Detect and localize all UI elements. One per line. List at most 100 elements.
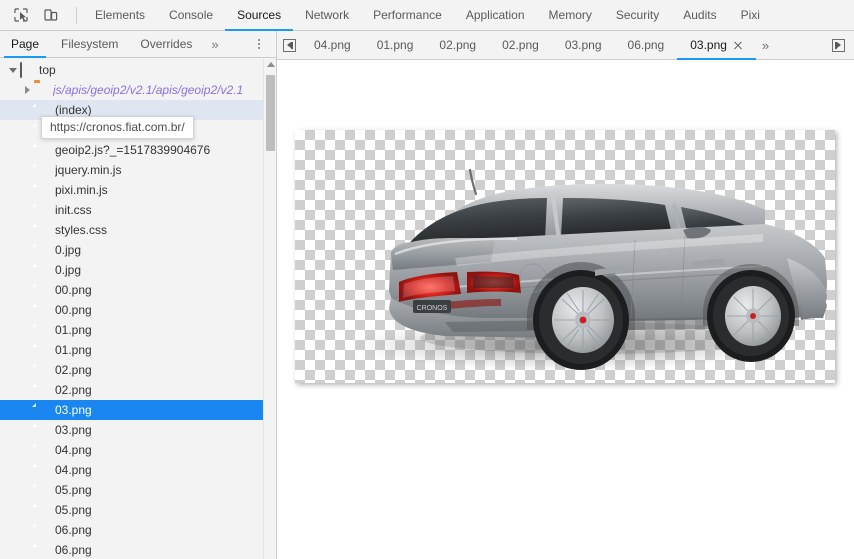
editor-tab-label: 04.png (314, 38, 351, 52)
panel-tab-label: Sources (237, 8, 282, 22)
editor-tab-04png[interactable]: 04.png (301, 31, 364, 59)
editor-tab-01png[interactable]: 01.png (364, 31, 427, 59)
tree-item-label: 06.png (55, 523, 92, 537)
image-file-icon (36, 343, 50, 358)
editor-tab-02png-2[interactable]: 02.png (489, 31, 552, 59)
navigator-more-tabs-icon[interactable]: » (203, 31, 226, 58)
panel-tab-label: Network (305, 8, 350, 22)
navigator-tab-filesystem[interactable]: Filesystem (50, 31, 129, 58)
editor-tab-03png[interactable]: 03.png (552, 31, 615, 59)
panel-tab-elements[interactable]: Elements (83, 0, 157, 30)
tree-item-top[interactable]: top (0, 60, 276, 80)
tree-item-styles-css[interactable]: styles.css (0, 220, 276, 240)
image-file-icon (36, 243, 50, 258)
inspect-cursor-icon[interactable] (8, 3, 34, 27)
panel-tab-label: Console (169, 8, 214, 22)
tree-item-image[interactable]: 01.png (0, 320, 276, 340)
tree-item-image[interactable]: 00.png (0, 300, 276, 320)
tree-item-label: 04.png (55, 443, 92, 457)
close-icon[interactable] (733, 40, 743, 50)
editor-tab-label: 03.png (690, 38, 727, 52)
car-image: CRONOS (295, 130, 835, 383)
tree-item-geoip-folder[interactable]: js/apis/geoip2/v2.1/apis/geoip2/v2.1 (0, 80, 276, 100)
panel-tab-pixi[interactable]: Pixi (729, 0, 772, 30)
tree-item-image[interactable]: 03.png (0, 420, 276, 440)
toolbar-divider (76, 6, 77, 24)
navigator-tab-label: Filesystem (61, 37, 119, 51)
tree-item-geoip2-js[interactable]: geoip2.js?_=1517839904676 (0, 140, 276, 160)
tree-item-image[interactable]: 05.png (0, 480, 276, 500)
tree-item-image[interactable]: 02.png (0, 380, 276, 400)
scroll-up-icon[interactable] (267, 62, 275, 67)
file-url-tooltip: https://cronos.fiat.com.br/ (41, 116, 194, 139)
tree-item-label: 02.png (55, 383, 92, 397)
frame-icon (20, 61, 34, 78)
tree-item-label: 03.png (55, 423, 92, 437)
chevron-down-icon[interactable] (8, 65, 18, 75)
navigator-scrollbar[interactable] (263, 58, 276, 559)
chevron-right-icon[interactable] (22, 85, 32, 95)
image-viewer: CRONOS (277, 60, 854, 559)
tree-item-label: jquery.min.js (55, 163, 122, 177)
tree-item-image[interactable]: 01.png (0, 340, 276, 360)
editor-tab-03png-active[interactable]: 03.png (677, 31, 756, 60)
tree-item-image[interactable]: 06.png (0, 540, 276, 559)
image-file-icon (36, 283, 50, 298)
panel-tab-audits[interactable]: Audits (671, 0, 728, 30)
panel-tab-label: Memory (548, 8, 592, 22)
panel-tab-application[interactable]: Application (454, 0, 537, 30)
panel-tab-sources[interactable]: Sources (225, 0, 294, 31)
tree-item-jquery-min-js[interactable]: jquery.min.js (0, 160, 276, 180)
kebab-menu-icon[interactable] (248, 31, 270, 58)
stylesheet-file-icon (36, 223, 50, 238)
tree-item-init-css[interactable]: init.css (0, 200, 276, 220)
editor-tab-label: 02.png (502, 38, 539, 52)
scrollbar-thumb[interactable] (266, 75, 275, 151)
folder-icon (34, 83, 48, 98)
tree-item-image[interactable]: 00.png (0, 280, 276, 300)
navigator-tab-list: Page Filesystem Overrides » (0, 31, 276, 58)
tree-item-image[interactable]: 0.jpg (0, 240, 276, 260)
editor-tab-label: 03.png (564, 38, 602, 52)
tree-item-label: pixi.min.js (55, 183, 108, 197)
image-file-icon (36, 323, 50, 338)
navigator-tab-label: Page (11, 37, 40, 51)
tree-item-label: js/apis/geoip2/v2.1/apis/geoip2/v2.1 (53, 83, 244, 97)
editor-tab-06png[interactable]: 06.png (615, 31, 678, 59)
tree-item-label: 0.jpg (55, 243, 82, 257)
tree-item-image[interactable]: 0.jpg (0, 260, 276, 280)
tree-item-image[interactable]: 04.png (0, 460, 276, 480)
image-file-icon (36, 303, 50, 318)
more-tabs-label: » (761, 37, 770, 53)
toolbar-icon-group (0, 0, 70, 30)
more-tabs-icon[interactable]: » (756, 31, 775, 59)
scroll-tabs-right-icon[interactable] (832, 31, 854, 59)
panel-tab-memory[interactable]: Memory (537, 0, 604, 30)
tree-item-selected-03png[interactable]: 03.png (0, 400, 276, 420)
tree-item-pixi-min-js[interactable]: pixi.min.js (0, 180, 276, 200)
panel-tab-security[interactable]: Security (604, 0, 671, 30)
javascript-file-icon (36, 143, 50, 158)
navigator-tab-overrides[interactable]: Overrides (129, 31, 203, 58)
scroll-tabs-left-icon[interactable] (277, 31, 301, 59)
image-file-icon (36, 463, 50, 478)
editor-tab-02png[interactable]: 02.png (426, 31, 489, 59)
tree-item-image[interactable]: 02.png (0, 360, 276, 380)
tree-item-label: init.css (55, 203, 92, 217)
navigator-tab-page[interactable]: Page (0, 31, 50, 58)
tree-item-image[interactable]: 04.png (0, 440, 276, 460)
image-file-icon (36, 403, 50, 418)
tree-item-label: 05.png (55, 483, 92, 497)
image-file-icon (36, 523, 50, 538)
tree-item-label: 0.jpg (55, 263, 82, 277)
tree-item-image[interactable]: 06.png (0, 520, 276, 540)
panel-tab-console[interactable]: Console (157, 0, 225, 30)
panel-tab-performance[interactable]: Performance (361, 0, 454, 30)
panel-tab-list: Elements Console Sources Network Perform… (83, 0, 772, 31)
navigator-tab-label: Overrides (140, 37, 193, 51)
device-toolbar-icon[interactable] (38, 3, 64, 27)
tree-item-label: 01.png (55, 323, 92, 337)
stylesheet-file-icon (36, 203, 50, 218)
tree-item-image[interactable]: 05.png (0, 500, 276, 520)
panel-tab-network[interactable]: Network (293, 0, 361, 30)
